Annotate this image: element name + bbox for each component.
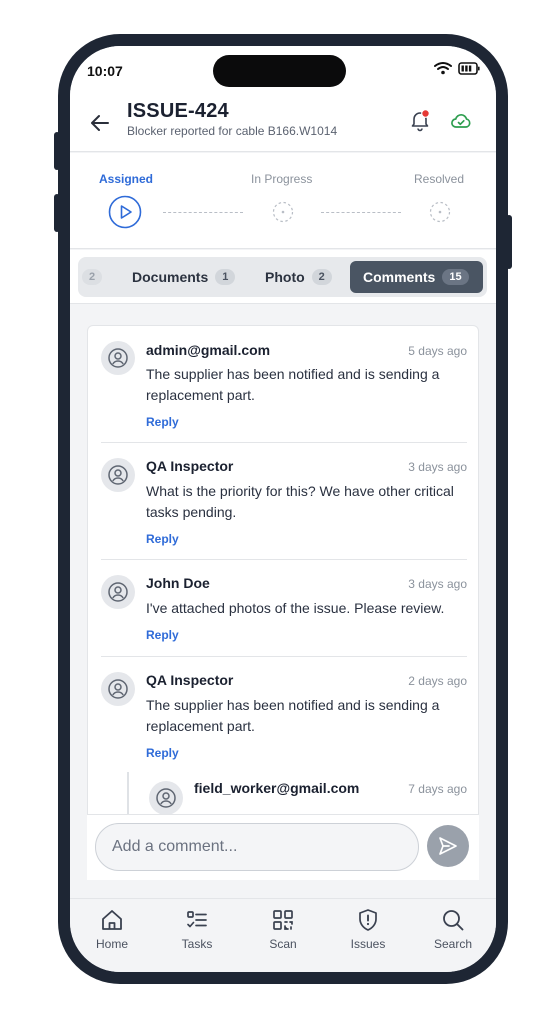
reply-link[interactable]: Reply: [146, 628, 179, 642]
page-title: ISSUE-424: [127, 100, 229, 122]
notification-dot: [421, 109, 430, 118]
step-in-progress-pending-icon[interactable]: [272, 201, 294, 223]
step-assigned-play-icon[interactable]: [108, 195, 142, 229]
avatar: [101, 672, 135, 706]
step-connector-2: [321, 212, 401, 213]
nav-issues-label: Issues: [350, 937, 386, 951]
comment-timestamp: 3 days ago: [408, 577, 467, 591]
screen: 10:07 ISSUE-424 Blocker reported for cab…: [70, 46, 496, 972]
comment-timestamp: 3 days ago: [408, 460, 467, 474]
tasks-icon: [187, 911, 207, 928]
dynamic-island: [213, 55, 346, 87]
comment-author: John Doe: [146, 575, 210, 591]
step-label-resolved: Resolved: [414, 172, 465, 186]
bottom-nav: Home Tasks Scan Issues Search: [70, 898, 496, 972]
nav-search[interactable]: Search: [423, 907, 483, 951]
comment-divider: [101, 559, 467, 560]
tab-photo-label: Photo: [265, 269, 305, 285]
status-stepper: Assigned In Progress Resolved: [70, 153, 496, 249]
step-connector-1: [163, 212, 243, 213]
user-icon: [108, 348, 128, 368]
nav-tasks-label: Tasks: [181, 937, 213, 951]
step-label-in-progress: In Progress: [251, 172, 313, 186]
comment-input[interactable]: [95, 823, 419, 871]
step-resolved-pending-icon[interactable]: [429, 201, 451, 223]
status-icons: [434, 61, 480, 75]
avatar: [149, 781, 183, 815]
comment-text: What is the priority for this? We have o…: [146, 483, 454, 520]
nav-issues[interactable]: Issues: [338, 907, 398, 951]
user-icon: [108, 465, 128, 485]
tab-photo-count: 2: [311, 269, 332, 285]
tab-comments[interactable]: Comments 15: [350, 261, 483, 293]
tab-documents[interactable]: Documents 1: [132, 261, 236, 293]
page-subtitle: Blocker reported for cable B166.W1014: [127, 124, 338, 138]
tab-partial-count: 2: [82, 269, 103, 285]
comment-author: admin@gmail.com: [146, 342, 271, 358]
reply-link[interactable]: Reply: [146, 415, 179, 429]
comment-divider: [101, 656, 467, 657]
nav-scan-label: Scan: [269, 937, 297, 951]
shield-alert-icon: [359, 909, 377, 931]
nav-scan[interactable]: Scan: [253, 907, 313, 951]
tab-documents-count: 1: [215, 269, 236, 285]
bell-icon[interactable]: [408, 108, 432, 132]
step-label-assigned: Assigned: [99, 172, 154, 186]
comment-timestamp: 7 days ago: [408, 782, 467, 796]
nav-home[interactable]: Home: [82, 907, 142, 951]
comment-author: QA Inspector: [146, 672, 234, 688]
qr-scan-icon: [273, 910, 293, 930]
cloud-sync-icon[interactable]: [449, 109, 473, 133]
avatar: [101, 341, 135, 375]
avatar: [101, 575, 135, 609]
reply-link[interactable]: Reply: [146, 532, 179, 546]
phone-frame: 10:07 ISSUE-424 Blocker reported for cab…: [58, 34, 508, 984]
reply-link[interactable]: Reply: [146, 746, 179, 760]
user-icon: [156, 788, 176, 808]
comment-divider: [101, 442, 467, 443]
send-button[interactable]: [427, 825, 469, 867]
tab-comments-label: Comments: [363, 269, 436, 285]
nav-search-label: Search: [433, 937, 473, 951]
tab-partial[interactable]: 2: [82, 261, 103, 293]
comment-timestamp: 2 days ago: [408, 674, 467, 688]
tab-photo[interactable]: Photo 2: [265, 261, 332, 293]
comment-composer: [87, 814, 479, 880]
back-arrow-icon[interactable]: [88, 111, 112, 135]
wifi-icon: [434, 62, 452, 75]
app-header: ISSUE-424 Blocker reported for cable B16…: [70, 96, 496, 152]
tabs-segmented-control: 2 Documents 1 Photo 2 Comments 15: [78, 257, 487, 297]
user-icon: [108, 679, 128, 699]
comment-text: The supplier has been notified and is se…: [146, 366, 440, 403]
user-icon: [108, 582, 128, 602]
comment-text: I've attached photos of the issue. Pleas…: [146, 600, 445, 616]
comment-author: QA Inspector: [146, 458, 234, 474]
status-bar: 10:07: [70, 46, 496, 96]
search-icon: [443, 910, 464, 931]
comment-author: field_worker@gmail.com: [194, 780, 360, 796]
tab-documents-label: Documents: [132, 269, 209, 285]
comments-list: admin@gmail.com 5 days ago The supplier …: [87, 325, 479, 845]
status-time: 10:07: [87, 63, 123, 79]
comment-timestamp: 5 days ago: [408, 344, 467, 358]
tab-comments-count: 15: [442, 269, 469, 285]
avatar: [101, 458, 135, 492]
nav-home-label: Home: [95, 937, 128, 951]
send-icon: [439, 837, 457, 855]
home-icon: [102, 910, 122, 930]
nav-tasks[interactable]: Tasks: [167, 907, 227, 951]
battery-icon: [458, 61, 480, 75]
tabs-bar: 2 Documents 1 Photo 2 Comments 15: [70, 250, 496, 304]
comment-text: The supplier has been notified and is se…: [146, 697, 440, 734]
